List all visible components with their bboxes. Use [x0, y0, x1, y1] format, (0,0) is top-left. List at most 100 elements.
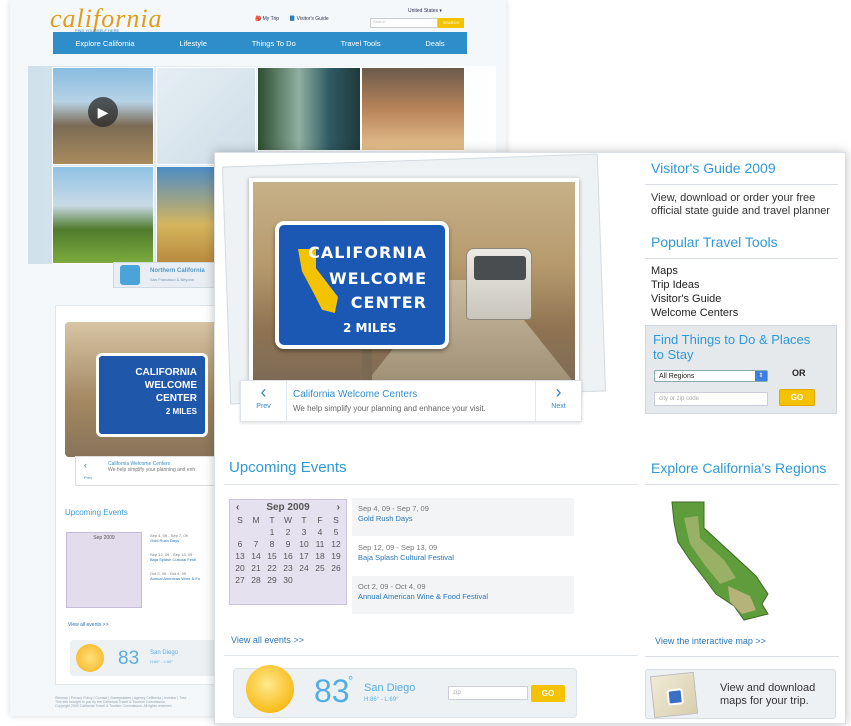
divider [645, 484, 839, 485]
nav-things-to-do[interactable]: Things To Do [252, 39, 296, 48]
nav-lifestyle[interactable]: Lifestyle [179, 39, 207, 48]
view-all-events-link[interactable]: View all events >> [231, 635, 304, 645]
bg-prev-arrow-icon[interactable]: ‹ [84, 460, 87, 470]
calendar-day[interactable]: 14 [248, 551, 264, 561]
event-row[interactable]: Oct 2, 09 - Oct 4, 09 Annual American Wi… [352, 576, 574, 614]
divider [224, 655, 638, 656]
bg-temperature: 83 [118, 648, 140, 669]
visitors-guide-link[interactable]: 📘 Visitor's Guide [289, 16, 329, 22]
event-row[interactable]: Sep 12, 09 - Sep 13, 09 Baja Splash Cult… [352, 537, 574, 575]
calendar-day[interactable]: 12 [328, 539, 344, 549]
bg-sign-line-1: CALIFORNIA [135, 367, 197, 378]
calendar-day[interactable]: 18 [312, 551, 328, 561]
calendar-day[interactable]: 1 [264, 527, 280, 537]
calendar-day[interactable]: 8 [264, 539, 280, 549]
nav-explore[interactable]: Explore California [75, 39, 134, 48]
calendar-day [232, 527, 248, 537]
calendar-month: Sep 2009 [266, 502, 310, 513]
link-visitors-guide[interactable]: Visitor's Guide [651, 292, 738, 306]
region-icon [120, 265, 140, 285]
calendar-day[interactable]: 19 [328, 551, 344, 561]
my-trip-label: My Trip [262, 16, 280, 22]
california-map[interactable] [664, 498, 782, 623]
calendar-day[interactable]: 25 [312, 563, 328, 573]
weekday-label: T [269, 515, 275, 525]
find-go-button[interactable]: GO [779, 389, 815, 406]
event-name[interactable]: Annual American Wine & Food Festival [358, 592, 568, 601]
event-row[interactable]: Sep 4, 09 - Sep 7, 09 Gold Rush Days [352, 498, 574, 536]
search-input[interactable]: Search [370, 18, 438, 28]
calendar-day[interactable]: 3 [296, 527, 312, 537]
bg-event-2-name[interactable]: Baja Splash Cultural Festi [150, 557, 200, 562]
bg-calendar: Sep 2009 [66, 532, 142, 608]
city-zip-input[interactable]: city or zip code [654, 392, 768, 406]
calendar-day[interactable]: 16 [280, 551, 296, 561]
calendar-day[interactable]: 27 [232, 575, 248, 585]
link-maps[interactable]: Maps [651, 264, 738, 278]
hero-photo-aquarium[interactable] [257, 67, 361, 151]
calendar-day[interactable]: 28 [248, 575, 264, 585]
calendar-prev-icon[interactable]: ‹ [236, 502, 239, 513]
calendar-day[interactable]: 30 [280, 575, 296, 585]
calendar-day[interactable]: 7 [248, 539, 264, 549]
calendar-day[interactable]: 4 [312, 527, 328, 537]
weather-widget: 83 ° San Diego H:86° - L:69° zip GO [233, 665, 577, 718]
weekday-label: F [317, 515, 323, 525]
weather-go-button[interactable]: GO [531, 685, 565, 702]
next-button[interactable]: › Next [535, 381, 581, 421]
sign-line-3: CENTER [350, 293, 427, 312]
prev-button[interactable]: ‹ Prev [241, 381, 287, 421]
interactive-map-link[interactable]: View the interactive map >> [655, 636, 766, 646]
calendar-day[interactable]: 2 [280, 527, 296, 537]
visitors-guide-text[interactable]: View, download or order your free offici… [651, 192, 839, 218]
nav-deals[interactable]: Deals [425, 39, 444, 48]
hero-photo-hollywood[interactable] [156, 166, 216, 264]
calendar-day[interactable]: 26 [328, 563, 344, 573]
weather-zip-input[interactable]: zip [448, 686, 528, 700]
calendar-day[interactable]: 15 [264, 551, 280, 561]
search-button[interactable]: SEARCH [438, 18, 464, 28]
feature-caption-title[interactable]: California Welcome Centers [293, 389, 417, 400]
visitors-guide-title[interactable]: Visitor's Guide 2009 [651, 160, 841, 176]
bg-event-list: Sep 4, 09 - Sep 7, 09 Gold Rush Days Sep… [150, 533, 200, 581]
maps-promo-text[interactable]: View and download maps for your trip. [720, 682, 830, 708]
calendar-day[interactable]: 5 [328, 527, 344, 537]
prev-label: Prev [256, 403, 271, 410]
explore-regions-title: Explore California's Regions [651, 460, 827, 476]
region-select[interactable]: All Regions ⇕ [654, 370, 768, 382]
country-selector[interactable]: United States ▾ [408, 8, 442, 14]
hero-photo-golf[interactable] [52, 166, 154, 264]
calendar-day[interactable]: 29 [264, 575, 280, 585]
calendar-day[interactable]: 9 [280, 539, 296, 549]
link-trip-ideas[interactable]: Trip Ideas [651, 278, 738, 292]
calendar-next-icon[interactable]: › [337, 502, 340, 513]
calendar-day[interactable]: 17 [296, 551, 312, 561]
calendar-day[interactable]: 13 [232, 551, 248, 561]
region-select-value: All Regions [659, 373, 695, 380]
calendar-header: ‹ Sep 2009 › [230, 500, 346, 515]
calendar-day[interactable]: 20 [232, 563, 248, 573]
event-name[interactable]: Baja Splash Cultural Festival [358, 553, 568, 562]
calendar-day[interactable]: 21 [248, 563, 264, 573]
my-trip-link[interactable]: 🎒 My Trip [255, 16, 279, 22]
road-map-icon [649, 671, 699, 719]
calendar-day[interactable]: 24 [296, 563, 312, 573]
calendar-day[interactable]: 22 [264, 563, 280, 573]
divider [645, 258, 838, 259]
feature-caption-sub: We help simplify your planning and enhan… [293, 404, 486, 413]
maps-promo[interactable]: View and download maps for your trip. [645, 669, 836, 719]
chevron-left-icon: ‹ [260, 382, 267, 402]
nav-travel-tools[interactable]: Travel Tools [341, 39, 381, 48]
hero-photo-desert[interactable] [361, 67, 465, 151]
calendar-day[interactable]: 10 [296, 539, 312, 549]
bg-event-3-name[interactable]: Annual American Wine & Fo [150, 576, 200, 581]
calendar-day[interactable]: 6 [232, 539, 248, 549]
event-name[interactable]: Gold Rush Days [358, 514, 568, 523]
play-video-icon[interactable]: ▶ [88, 97, 118, 127]
bg-weather-city: San Diego [150, 650, 179, 656]
calendar-day[interactable]: 11 [312, 539, 328, 549]
calendar-day[interactable]: 23 [280, 563, 296, 573]
divider [224, 484, 638, 485]
link-welcome-centers[interactable]: Welcome Centers [651, 306, 738, 320]
bg-view-all-events[interactable]: View all events >> [68, 622, 109, 628]
